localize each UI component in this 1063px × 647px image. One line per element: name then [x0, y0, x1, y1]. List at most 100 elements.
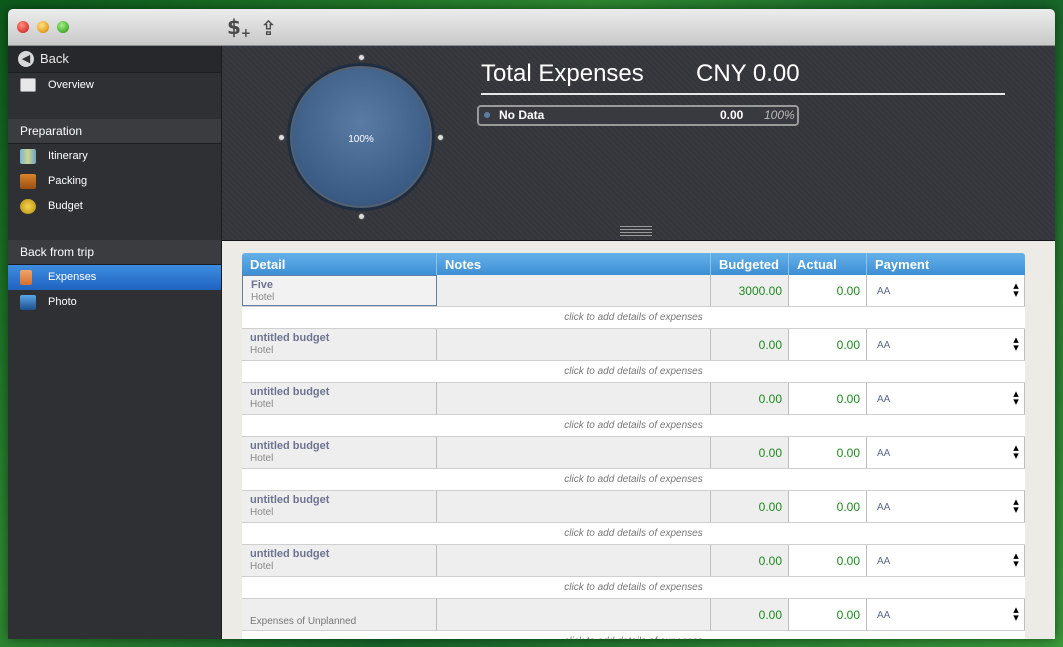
notes-cell[interactable] — [437, 491, 711, 522]
legend-color-dot — [484, 112, 490, 118]
sidebar-item-overview[interactable]: Overview — [8, 73, 221, 98]
resize-grip-icon[interactable] — [620, 226, 652, 236]
actual-value: 0.00 — [836, 446, 860, 460]
notes-cell[interactable] — [437, 545, 711, 576]
sidebar-item-photo[interactable]: Photo — [8, 290, 221, 315]
column-header-detail[interactable]: Detail — [242, 253, 437, 275]
actual-cell[interactable]: 0.00 — [789, 437, 867, 468]
budgeted-cell[interactable]: 0.00 — [711, 491, 789, 522]
sidebar-item-budget[interactable]: Budget — [8, 194, 221, 219]
stepper-arrows-icon: ▴ ▾ — [1013, 388, 1019, 408]
legend-percent: 100% — [764, 108, 795, 122]
notes-cell[interactable] — [437, 437, 711, 468]
payment-value: AA — [877, 394, 891, 405]
pie-slice: 100% — [287, 63, 435, 211]
detail-cell[interactable]: untitled budget Hotel — [242, 329, 437, 360]
notes-cell[interactable] — [437, 329, 711, 360]
money-bag-icon — [20, 199, 36, 214]
detail-cell[interactable]: untitled budget Hotel — [242, 383, 437, 414]
budgeted-value: 3000.00 — [738, 284, 782, 298]
stepper-arrows-icon: ▴ ▾ — [1013, 604, 1019, 624]
payment-select[interactable]: AA ▴ ▾ — [867, 329, 1025, 360]
notes-cell[interactable] — [437, 275, 711, 306]
detail-cell[interactable]: Expenses of Unplanned — [242, 599, 437, 630]
pie-handle[interactable] — [278, 134, 285, 141]
table-row[interactable]: untitled budget Hotel 0.00 0.00 AA ▴ ▾ — [242, 491, 1025, 523]
budgeted-cell[interactable]: 3000.00 — [711, 275, 789, 306]
stepper-arrows-icon: ▴ ▾ — [1013, 280, 1019, 300]
add-details-hint[interactable]: click to add details of expenses — [242, 577, 1025, 599]
actual-cell[interactable]: 0.00 — [789, 275, 867, 306]
budgeted-value: 0.00 — [758, 446, 782, 460]
payment-value: AA — [877, 286, 891, 297]
column-header-actual[interactable]: Actual — [789, 253, 867, 275]
budgeted-cell[interactable]: 0.00 — [711, 329, 789, 360]
stepper-arrows-icon: ▴ ▾ — [1013, 496, 1019, 516]
minimize-window-button[interactable] — [37, 21, 49, 33]
budgeted-cell[interactable]: 0.00 — [711, 545, 789, 576]
share-icon: ⇪ — [260, 16, 277, 40]
payment-select[interactable]: AA ▴ ▾ — [867, 599, 1025, 630]
add-details-hint[interactable]: click to add details of expenses — [242, 469, 1025, 491]
zoom-window-button[interactable] — [57, 21, 69, 33]
detail-cell[interactable]: untitled budget Hotel — [242, 437, 437, 468]
actual-cell[interactable]: 0.00 — [789, 599, 867, 630]
add-details-hint[interactable]: click to add details of expenses — [242, 361, 1025, 383]
detail-cell[interactable]: untitled budget Hotel — [242, 491, 437, 522]
table-row[interactable]: Five Hotel 3000.00 0.00 AA ▴ ▾ — [242, 275, 1025, 307]
payment-value: AA — [877, 556, 891, 567]
photo-icon — [20, 295, 36, 310]
budgeted-cell[interactable]: 0.00 — [711, 437, 789, 468]
actual-value: 0.00 — [836, 392, 860, 406]
payment-select[interactable]: AA ▴ ▾ — [867, 545, 1025, 576]
budgeted-cell[interactable]: 0.00 — [711, 383, 789, 414]
add-details-hint[interactable]: click to add details of expenses — [242, 415, 1025, 437]
add-details-hint[interactable]: click to add details of expenses — [242, 307, 1025, 329]
expense-category: Hotel — [250, 345, 274, 356]
pie-handle[interactable] — [358, 54, 365, 61]
payment-select[interactable]: AA ▴ ▾ — [867, 437, 1025, 468]
detail-cell[interactable]: untitled budget Hotel — [242, 545, 437, 576]
notes-cell[interactable] — [437, 599, 711, 630]
actual-cell[interactable]: 0.00 — [789, 545, 867, 576]
column-header-notes[interactable]: Notes — [437, 253, 711, 275]
notes-cell[interactable] — [437, 383, 711, 414]
payment-value: AA — [877, 448, 891, 459]
payment-select[interactable]: AA ▴ ▾ — [867, 491, 1025, 522]
back-arrow-icon: ◀ — [18, 51, 34, 67]
sidebar-item-expenses[interactable]: Expenses — [8, 265, 221, 290]
table-row[interactable]: untitled budget Hotel 0.00 0.00 AA ▴ ▾ — [242, 383, 1025, 415]
sidebar-item-itinerary[interactable]: Itinerary — [8, 144, 221, 169]
budgeted-cell[interactable]: 0.00 — [711, 599, 789, 630]
actual-cell[interactable]: 0.00 — [789, 383, 867, 414]
table-row-unplanned[interactable]: Expenses of Unplanned 0.00 0.00 AA ▴ ▾ — [242, 599, 1025, 631]
column-header-budgeted[interactable]: Budgeted — [711, 253, 789, 275]
expense-name: untitled budget — [250, 548, 330, 560]
table-row[interactable]: untitled budget Hotel 0.00 0.00 AA ▴ ▾ — [242, 437, 1025, 469]
expense-name: untitled budget — [250, 494, 330, 506]
back-button[interactable]: ◀ Back — [8, 46, 221, 73]
close-window-button[interactable] — [17, 21, 29, 33]
suitcase-icon — [20, 174, 36, 189]
actual-cell[interactable]: 0.00 — [789, 329, 867, 360]
sidebar-item-label: Itinerary — [48, 150, 88, 162]
sidebar-item-packing[interactable]: Packing — [8, 169, 221, 194]
payment-select[interactable]: AA ▴ ▾ — [867, 275, 1025, 306]
table-row[interactable]: untitled budget Hotel 0.00 0.00 AA ▴ ▾ — [242, 329, 1025, 361]
actual-value: 0.00 — [836, 500, 860, 514]
payment-value: AA — [877, 502, 891, 513]
actual-value: 0.00 — [836, 554, 860, 568]
add-details-hint[interactable]: click to add details of expenses — [242, 631, 1025, 639]
add-expense-button[interactable]: $+ — [227, 15, 251, 40]
add-details-hint[interactable]: click to add details of expenses — [242, 523, 1025, 545]
pie-handle[interactable] — [437, 134, 444, 141]
detail-cell[interactable]: Five Hotel — [242, 275, 437, 306]
payment-select[interactable]: AA ▴ ▾ — [867, 383, 1025, 414]
column-header-payment[interactable]: Payment — [867, 253, 1025, 275]
pie-handle[interactable] — [358, 213, 365, 220]
table-row[interactable]: untitled budget Hotel 0.00 0.00 AA ▴ ▾ — [242, 545, 1025, 577]
sidebar-item-label: Photo — [48, 296, 77, 308]
share-button[interactable]: ⇪ — [260, 16, 277, 40]
plus-icon: + — [240, 26, 251, 40]
actual-cell[interactable]: 0.00 — [789, 491, 867, 522]
